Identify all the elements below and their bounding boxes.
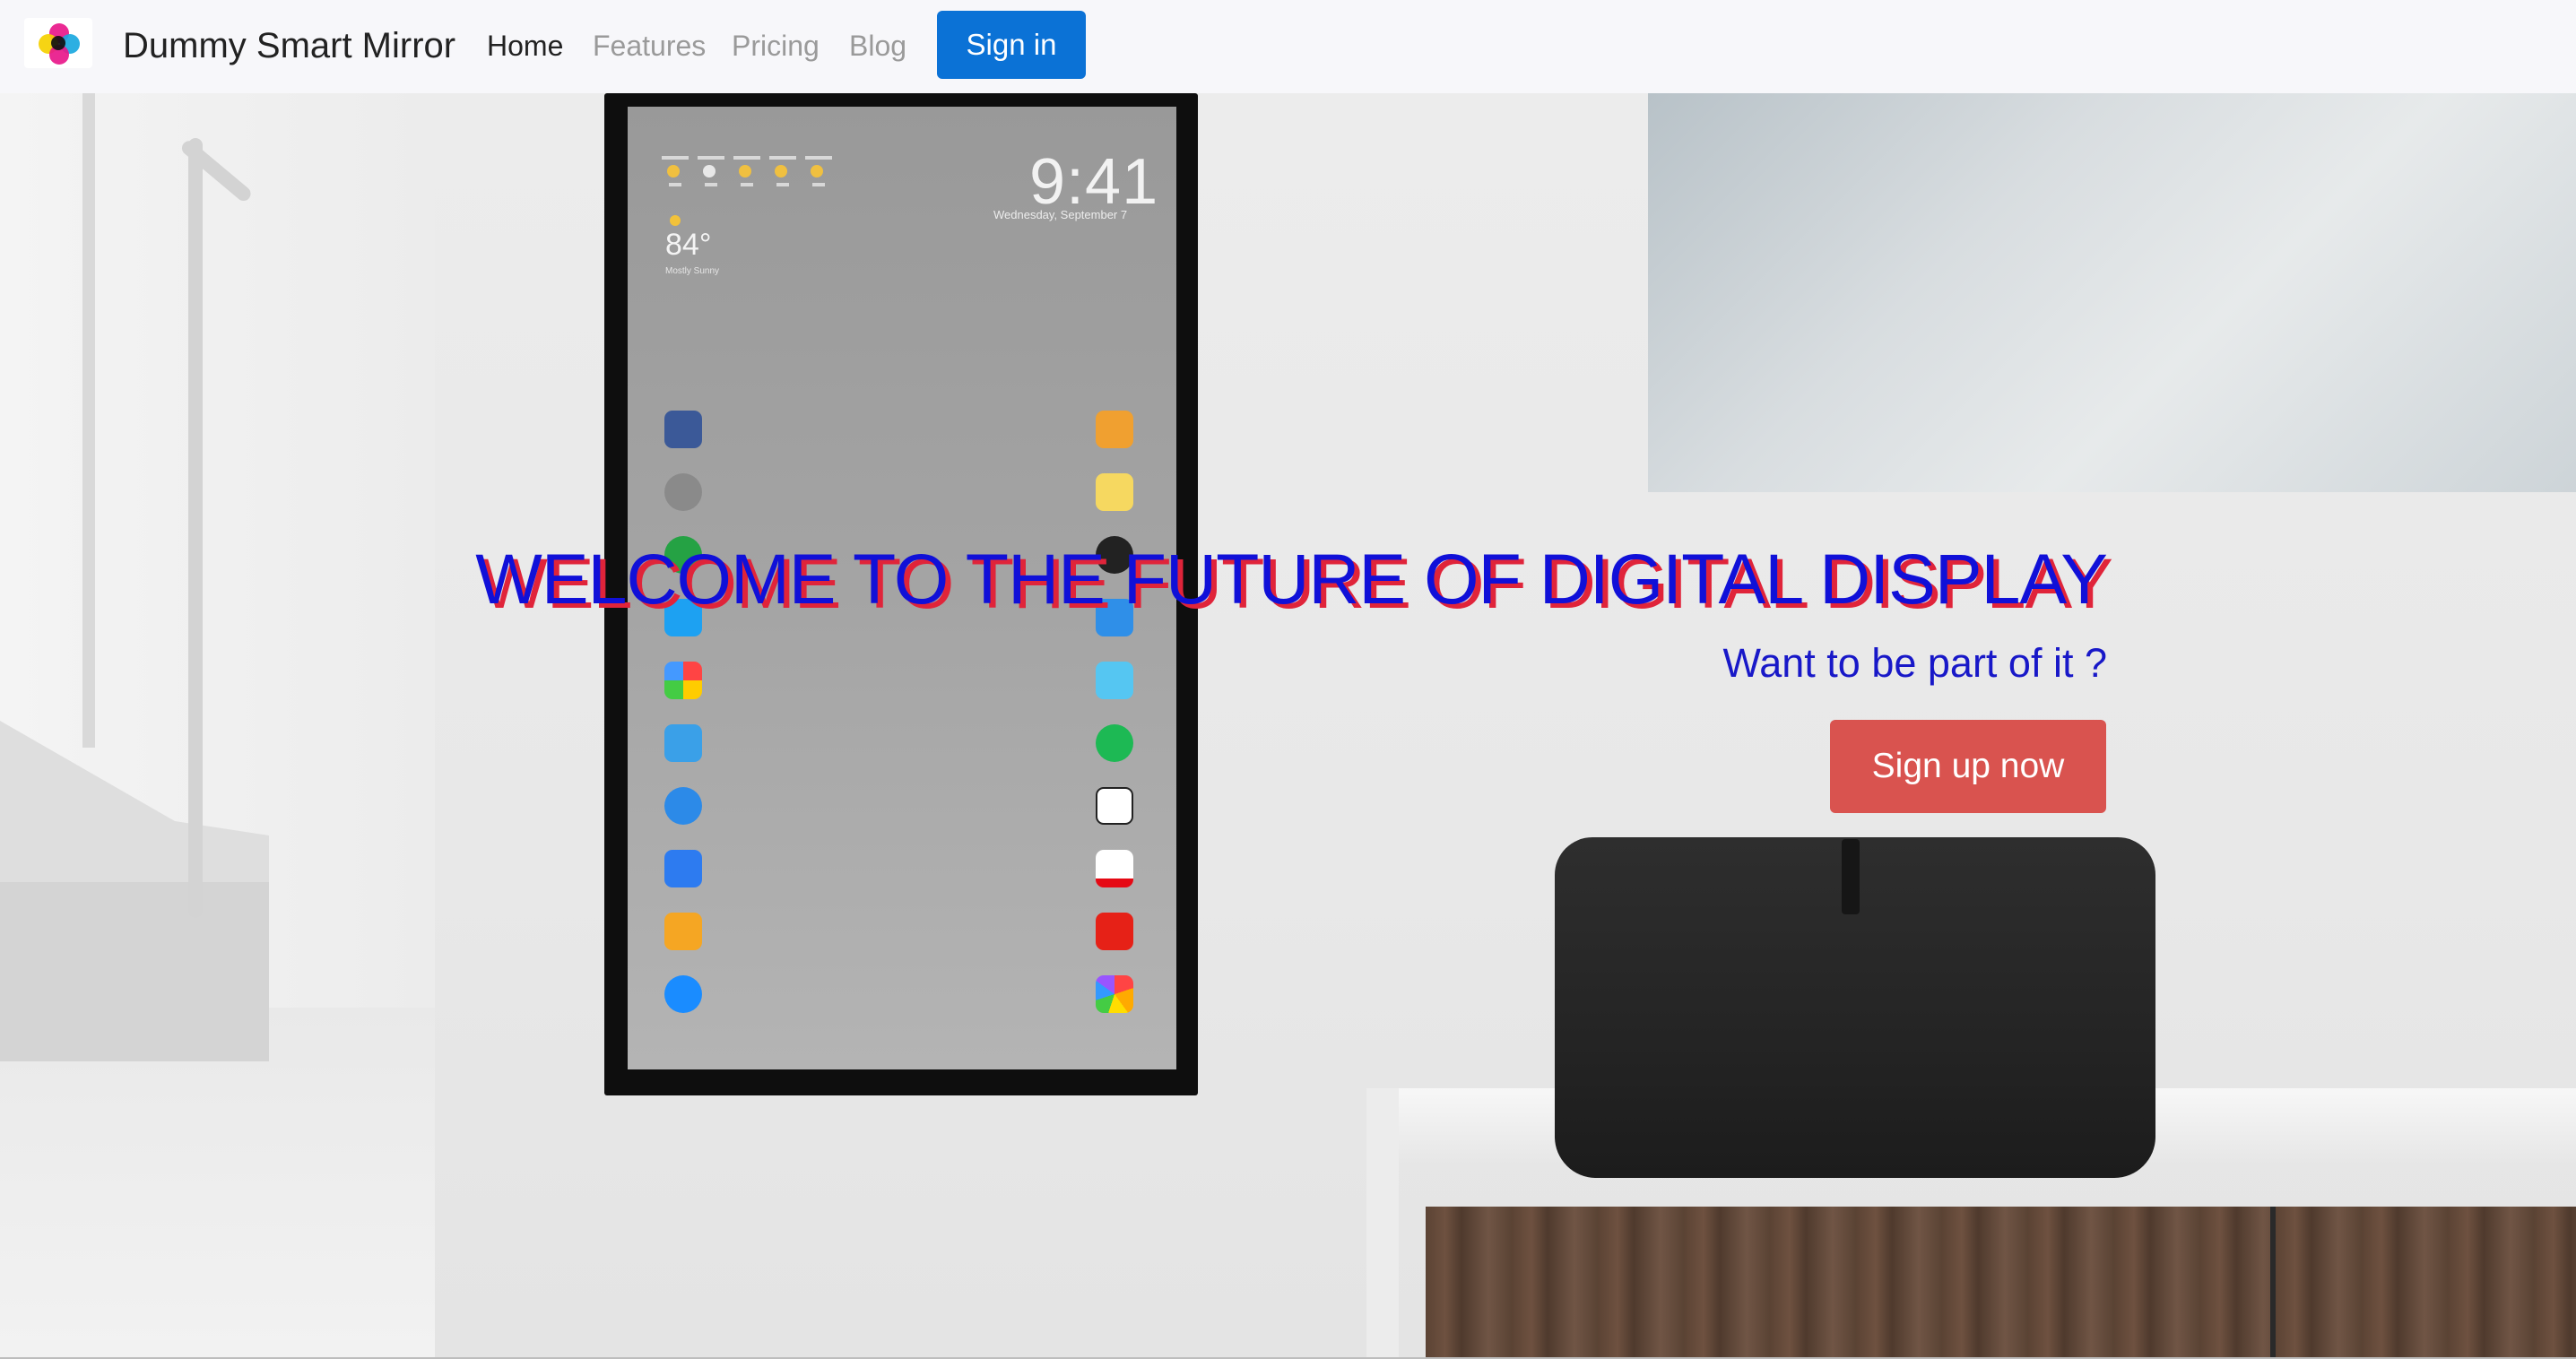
safari-app-icon	[664, 787, 702, 825]
nav-pricing[interactable]: Pricing	[732, 27, 820, 65]
home-kit-app-icon	[1096, 662, 1133, 699]
nav-home[interactable]: Home	[487, 27, 563, 65]
hero-subheadline: Want to be part of it ?	[1722, 640, 2107, 686]
app-store-app-icon	[664, 850, 702, 887]
netflix-app-icon	[1096, 850, 1133, 887]
speaker-slot	[1842, 839, 1860, 914]
spotify-app-icon	[1096, 724, 1133, 762]
sun-icon	[670, 215, 681, 226]
stair-handrail	[188, 138, 203, 918]
signup-button[interactable]: Sign up now	[1830, 720, 2106, 813]
wooden-drawer-left	[1426, 1207, 2270, 1357]
stair-base	[0, 882, 269, 1061]
hero-section: 9:41 Wednesday, September 7 84° Mostly S…	[0, 93, 2576, 1357]
wall-painting	[1648, 93, 2576, 492]
weather-app-icon	[664, 724, 702, 762]
settings-app-icon	[664, 473, 702, 511]
facebook-app-icon	[664, 411, 702, 448]
shelf-side	[1366, 1088, 1399, 1357]
stair-rail	[82, 93, 95, 748]
nav-features[interactable]: Features	[593, 27, 706, 65]
mirror-temperature: 84°	[665, 228, 712, 262]
photos-app-icon	[664, 662, 702, 699]
home-app-icon	[664, 913, 702, 950]
notes-app-icon	[1096, 473, 1133, 511]
brand-logo-icon[interactable]	[24, 18, 92, 68]
youtube-app-icon	[1096, 913, 1133, 950]
mirror-forecast-widget	[662, 156, 832, 201]
nav-blog[interactable]: Blog	[849, 27, 906, 65]
hero-headline: WELCOME TO THE FUTURE OF DIGITAL DISPLAY	[475, 539, 2108, 619]
messenger-app-icon	[664, 975, 702, 1013]
shazam-app-icon	[1096, 787, 1133, 825]
mirror-condition: Mostly Sunny	[665, 266, 720, 276]
logo-center	[51, 36, 65, 50]
nbc-app-icon	[1096, 975, 1133, 1013]
signin-button[interactable]: Sign in	[937, 11, 1086, 79]
navbar: Dummy Smart Mirror Home Features Pricing…	[0, 0, 2576, 93]
brand-name[interactable]: Dummy Smart Mirror	[123, 23, 455, 68]
calculator-app-icon	[1096, 411, 1133, 448]
wooden-drawer-right	[2276, 1207, 2576, 1357]
mirror-date: Wednesday, September 7	[993, 208, 1128, 221]
